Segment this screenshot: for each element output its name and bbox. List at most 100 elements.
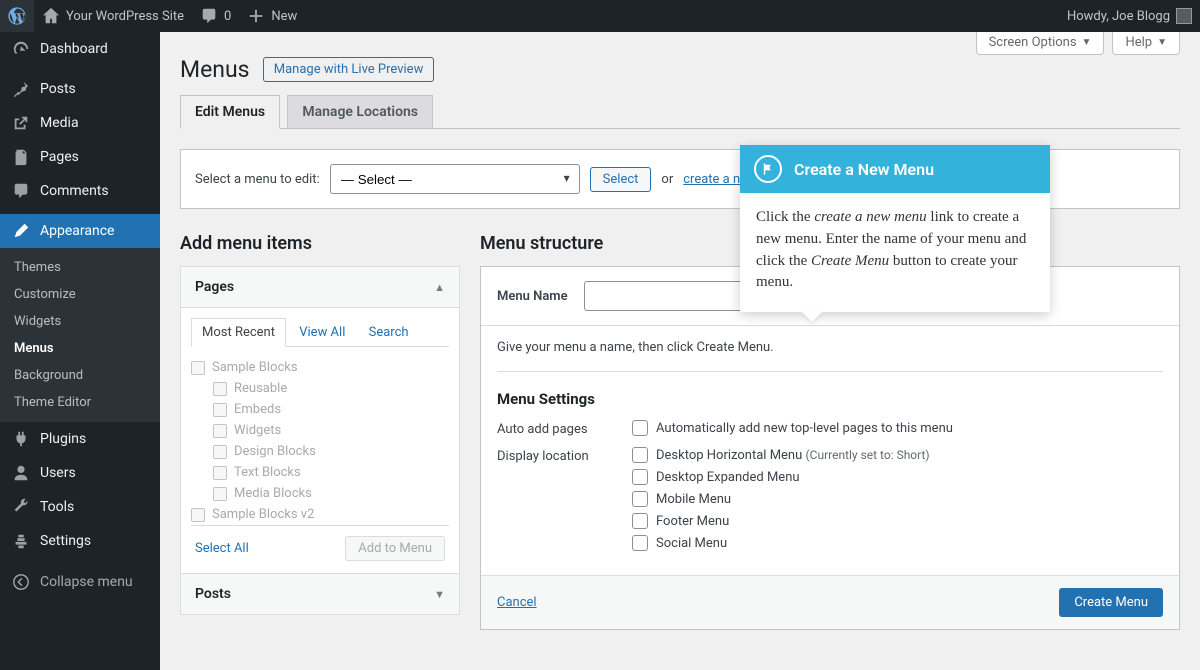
- menu-edit-panel: Menu Name Give your menu a name, then cl…: [480, 266, 1180, 630]
- menu-name-label: Menu Name: [497, 289, 568, 304]
- tab-edit-menus[interactable]: Edit Menus: [180, 95, 280, 129]
- checkbox[interactable]: [213, 445, 227, 459]
- site-name-label: Your WordPress Site: [66, 9, 184, 24]
- admin-bar: Your WordPress Site 0 New Howdy, Joe Blo…: [0, 0, 1200, 32]
- plus-icon: [247, 7, 265, 25]
- sub-item-customize[interactable]: Customize: [0, 281, 160, 308]
- adminbar-comments[interactable]: 0: [192, 0, 239, 32]
- select-button[interactable]: Select: [590, 167, 652, 192]
- pages-mini-tabs: Most Recent View All Search: [191, 318, 449, 347]
- checkbox[interactable]: [632, 513, 648, 529]
- auto-add-option[interactable]: Automatically add new top-level pages to…: [632, 420, 1163, 436]
- checkbox[interactable]: [632, 535, 648, 551]
- minitab-view-all[interactable]: View All: [289, 319, 355, 346]
- sidebar-item-dashboard[interactable]: Dashboard: [0, 32, 160, 66]
- dashboard-icon: [12, 40, 30, 58]
- location-option[interactable]: Desktop Expanded Menu: [632, 469, 1163, 485]
- admin-menu: Dashboard Posts Media Pages Comments App…: [0, 32, 160, 670]
- checkbox[interactable]: [213, 466, 227, 480]
- accordion-posts-header[interactable]: Posts ▼: [181, 574, 459, 614]
- comment-icon: [200, 7, 218, 25]
- minitab-recent[interactable]: Most Recent: [191, 318, 286, 347]
- sub-item-themes[interactable]: Themes: [0, 254, 160, 281]
- sub-item-menus[interactable]: Menus: [0, 335, 160, 362]
- page-item[interactable]: Sample Blocks: [191, 357, 449, 378]
- or-text: or: [661, 172, 673, 187]
- page-item[interactable]: Text Blocks: [191, 462, 449, 483]
- checkbox[interactable]: [213, 382, 227, 396]
- checkbox[interactable]: [191, 508, 205, 522]
- cancel-link[interactable]: Cancel: [497, 595, 537, 610]
- live-preview-button[interactable]: Manage with Live Preview: [263, 57, 435, 82]
- sidebar-item-tools[interactable]: Tools: [0, 490, 160, 524]
- checkbox[interactable]: [632, 420, 648, 436]
- checkbox[interactable]: [213, 424, 227, 438]
- checkbox[interactable]: [213, 487, 227, 501]
- checkbox[interactable]: [632, 447, 648, 463]
- pin-icon: [12, 80, 30, 98]
- location-option[interactable]: Desktop Horizontal Menu (Currently set t…: [632, 447, 1163, 463]
- add-items-heading: Add menu items: [180, 233, 460, 254]
- page-item[interactable]: Embeds: [191, 399, 449, 420]
- instruction-text: Give your menu a name, then click Create…: [497, 340, 1163, 355]
- accordion-pages: Pages ▲ Most Recent View All Search Samp…: [180, 266, 460, 574]
- page-title: Menus: [180, 56, 250, 83]
- select-menu-label: Select a menu to edit:: [195, 172, 320, 187]
- sub-item-theme-editor[interactable]: Theme Editor: [0, 389, 160, 416]
- checkbox[interactable]: [191, 361, 205, 375]
- add-to-menu-button[interactable]: Add to Menu: [345, 536, 445, 561]
- menu-select[interactable]: — Select —: [330, 164, 580, 194]
- new-label: New: [271, 9, 297, 24]
- pages-list: Sample Blocks Reusable Embeds Widgets De…: [191, 357, 449, 525]
- page-item[interactable]: Media Blocks: [191, 483, 449, 504]
- create-new-menu-link[interactable]: create a n: [683, 172, 740, 187]
- sidebar-item-users[interactable]: Users: [0, 456, 160, 490]
- create-menu-button[interactable]: Create Menu: [1059, 588, 1163, 617]
- screen-options-toggle[interactable]: Screen Options ▼: [976, 32, 1105, 55]
- sidebar-item-appearance[interactable]: Appearance: [0, 214, 160, 248]
- tab-manage-locations[interactable]: Manage Locations: [287, 95, 433, 128]
- menu-settings-heading: Menu Settings: [497, 390, 1163, 408]
- sub-item-background[interactable]: Background: [0, 362, 160, 389]
- adminbar-new[interactable]: New: [239, 0, 305, 32]
- collapse-menu[interactable]: Collapse menu: [0, 564, 160, 598]
- sidebar-item-media[interactable]: Media: [0, 106, 160, 140]
- plugin-icon: [12, 430, 30, 448]
- adminbar-account[interactable]: Howdy, Joe Blogg: [1059, 0, 1200, 32]
- accordion-pages-header[interactable]: Pages ▲: [181, 267, 459, 307]
- checkbox[interactable]: [632, 491, 648, 507]
- minitab-search[interactable]: Search: [359, 319, 419, 346]
- avatar: [1176, 8, 1192, 24]
- sidebar-item-settings[interactable]: Settings: [0, 524, 160, 558]
- location-option[interactable]: Mobile Menu: [632, 491, 1163, 507]
- page-item[interactable]: Design Blocks: [191, 441, 449, 462]
- checkbox[interactable]: [632, 469, 648, 485]
- page-item[interactable]: Widgets: [191, 420, 449, 441]
- sidebar-item-pages[interactable]: Pages: [0, 140, 160, 174]
- sidebar-item-plugins[interactable]: Plugins: [0, 422, 160, 456]
- location-option[interactable]: Social Menu: [632, 535, 1163, 551]
- site-name-link[interactable]: Your WordPress Site: [34, 0, 192, 32]
- accordion-posts-title: Posts: [195, 586, 231, 602]
- screen-meta-links: Screen Options ▼ Help ▼: [976, 32, 1180, 55]
- select-all-link[interactable]: Select All: [195, 541, 249, 556]
- wp-logo[interactable]: [0, 0, 34, 32]
- greeting: Howdy, Joe Blogg: [1067, 9, 1170, 24]
- screen-options-label: Screen Options: [989, 35, 1077, 50]
- wp-body: Screen Options ▼ Help ▼ Menus Manage wit…: [160, 32, 1200, 670]
- sidebar-item-label: Media: [40, 115, 79, 131]
- page-item[interactable]: Sample Blocks v2: [191, 504, 449, 525]
- appearance-icon: [12, 222, 30, 240]
- collapse-label: Collapse menu: [40, 574, 133, 590]
- collapse-icon: [12, 573, 30, 591]
- help-toggle[interactable]: Help ▼: [1112, 32, 1180, 55]
- sub-item-widgets[interactable]: Widgets: [0, 308, 160, 335]
- nav-tabs: Edit Menus Manage Locations: [180, 95, 1180, 129]
- sidebar-item-label: Tools: [40, 499, 74, 515]
- page-item[interactable]: Reusable: [191, 378, 449, 399]
- location-option[interactable]: Footer Menu: [632, 513, 1163, 529]
- checkbox[interactable]: [213, 403, 227, 417]
- sidebar-item-comments[interactable]: Comments: [0, 174, 160, 208]
- guide-popup-header: Create a New Menu: [740, 145, 1050, 193]
- sidebar-item-posts[interactable]: Posts: [0, 72, 160, 106]
